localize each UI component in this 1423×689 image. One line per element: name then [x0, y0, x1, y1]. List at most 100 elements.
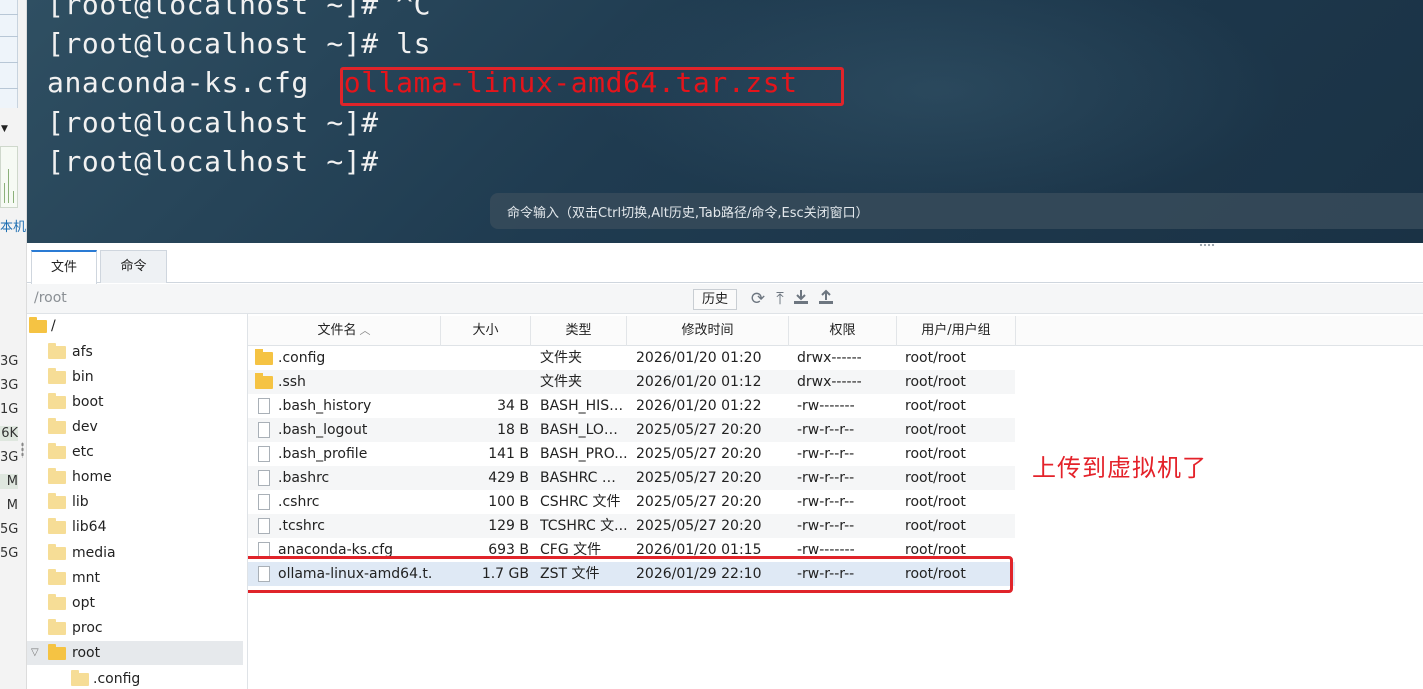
tree-item[interactable]: media	[27, 541, 243, 565]
file-row[interactable]: .bash_history 34 B BASH_HIST... 2026/01/20 …	[248, 394, 1015, 418]
file-owner: root/root	[905, 518, 966, 534]
file-name: .bashrc	[278, 470, 330, 486]
up-dir-icon[interactable]: ⤒	[770, 288, 790, 310]
file-type: 文件夹	[540, 350, 582, 366]
panel-resize-handle[interactable]	[21, 442, 24, 458]
cpu-graph	[0, 146, 18, 208]
file-row[interactable]: .bash_logout 18 B BASH_LOG... 2025/05/27 20…	[248, 418, 1015, 442]
file-owner: root/root	[905, 422, 966, 438]
folder-icon	[48, 569, 66, 585]
tree-item-root-dir[interactable]: /	[27, 314, 243, 338]
uploaded-file-highlight-box	[248, 556, 1013, 593]
terminal-view[interactable]: [root@localhost ~]# ^C [root@localhost ~…	[27, 0, 1423, 243]
file-icon	[258, 398, 270, 414]
file-owner: root/root	[905, 494, 966, 510]
file-type: 文件夹	[540, 374, 582, 390]
file-list-header: 文件名 ︿ 大小 类型 修改时间 权限 用户/用户组	[248, 316, 1423, 346]
folder-icon	[48, 594, 66, 610]
terminal-line: [root@localhost ~]# ls	[47, 27, 432, 60]
disk-value: 6K	[0, 426, 18, 441]
file-owner: root/root	[905, 446, 966, 462]
file-size: 100 B	[488, 494, 529, 510]
file-name: .bash_logout	[278, 422, 368, 438]
disk-value: 3G	[0, 378, 18, 393]
column-header-size[interactable]: 大小	[441, 316, 531, 346]
tree-item-child[interactable]: .config	[27, 667, 243, 689]
tree-item[interactable]: opt	[27, 591, 243, 615]
tree-item-root-selected[interactable]: ▽ root	[27, 641, 243, 665]
column-header-modified[interactable]: 修改时间	[627, 316, 789, 346]
disk-value: M	[6, 498, 18, 513]
tab-files[interactable]: 文件	[31, 250, 97, 284]
tree-item[interactable]: dev	[27, 415, 243, 439]
file-row[interactable]: .cshrc 100 B CSHRC 文件 2025/05/27 20:20 -rw-r…	[248, 490, 1015, 514]
refresh-icon[interactable]: ⟳	[748, 288, 768, 310]
tree-item[interactable]: mnt	[27, 566, 243, 590]
current-path-input[interactable]: /root	[34, 290, 67, 306]
column-header-permissions[interactable]: 权限	[789, 316, 897, 346]
folder-icon	[48, 368, 66, 384]
file-owner: root/root	[905, 470, 966, 486]
file-type: BASH_PRO...	[540, 446, 628, 462]
tree-item[interactable]: home	[27, 465, 243, 489]
disk-value: 5G	[0, 546, 18, 561]
file-name: .cshrc	[278, 494, 320, 510]
folder-icon	[48, 518, 66, 534]
path-bar: /root 历史 ⟳ ⤒	[27, 284, 1423, 314]
upload-annotation: 上传到虚拟机了	[1032, 454, 1207, 482]
chevron-down-icon[interactable]: ▽	[31, 641, 39, 665]
file-modified: 2026/01/20 01:22	[636, 398, 762, 414]
file-size: 129 B	[488, 518, 529, 534]
history-button[interactable]: 历史	[693, 289, 737, 310]
tree-item[interactable]: proc	[27, 616, 243, 640]
tree-item[interactable]: lib	[27, 490, 243, 514]
file-size: 34 B	[497, 398, 529, 414]
file-modified: 2026/01/20 01:12	[636, 374, 762, 390]
file-permissions: -rw-r--r--	[797, 422, 855, 438]
folder-icon	[48, 393, 66, 409]
tree-item[interactable]: bin	[27, 365, 243, 389]
file-row[interactable]: .bashrc 429 B BASHRC 文... 2025/05/27 20:20 -…	[248, 466, 1015, 490]
file-name: .tcshrc	[278, 518, 325, 534]
bottom-tab-strip: 文件 命令	[27, 243, 1423, 284]
file-size: 429 B	[488, 470, 529, 486]
upload-icon[interactable]	[816, 288, 836, 310]
disk-value: 1G	[0, 402, 18, 417]
folder-icon	[48, 619, 66, 635]
file-row[interactable]: .tcshrc 129 B TCSHRC 文... 2025/05/27 20:20 -…	[248, 514, 1015, 538]
folder-icon	[48, 493, 66, 509]
tree-item[interactable]: etc	[27, 440, 243, 464]
file-row[interactable]: .bash_profile 141 B BASH_PRO... 2025/05/27 …	[248, 442, 1015, 466]
file-row[interactable]: .ssh 文件夹 2026/01/20 01:12 drwx------ root/ro…	[248, 370, 1015, 394]
directory-tree: / afs bin boot dev etc home lib lib64 me…	[27, 314, 248, 689]
left-side-panel: ▼ 本机 3G 3G 1G 6K 3G M M 5G 5G	[0, 0, 27, 689]
local-machine-label[interactable]: 本机	[0, 216, 26, 235]
column-header-owner[interactable]: 用户/用户组	[897, 316, 1016, 346]
file-icon	[258, 446, 270, 462]
file-modified: 2025/05/27 20:20	[636, 446, 762, 462]
download-icon[interactable]	[791, 288, 811, 310]
tree-item[interactable]: boot	[27, 390, 243, 414]
file-permissions: -rw-r--r--	[797, 518, 855, 534]
terminal-line: [root@localhost ~]# ^C	[47, 0, 432, 21]
command-input-hint: 命令输入（双击Ctrl切换,Alt历史,Tab路径/命令,Esc关闭窗口）	[507, 206, 869, 221]
split-resize-handle[interactable]	[1199, 243, 1215, 247]
file-type: BASH_LOG...	[540, 422, 628, 438]
command-input-bar[interactable]: 命令输入（双击Ctrl切换,Alt历史,Tab路径/命令,Esc关闭窗口）	[490, 193, 1423, 229]
file-permissions: -rw-r--r--	[797, 494, 855, 510]
disk-value: 3G	[0, 450, 18, 465]
file-name: .bash_history	[278, 398, 372, 414]
file-row[interactable]: .config 文件夹 2026/01/20 01:20 drwx------ root…	[248, 346, 1015, 370]
tree-item[interactable]: afs	[27, 340, 243, 364]
file-modified: 2025/05/27 20:20	[636, 470, 762, 486]
file-owner: root/root	[905, 374, 966, 390]
folder-icon	[48, 644, 66, 660]
tab-commands[interactable]: 命令	[100, 250, 167, 283]
tree-item[interactable]: lib64	[27, 515, 243, 539]
file-size: 141 B	[488, 446, 529, 462]
column-header-type[interactable]: 类型	[531, 316, 627, 346]
collapse-arrow-icon[interactable]: ▼	[1, 124, 8, 134]
file-modified: 2025/05/27 20:20	[636, 494, 762, 510]
column-header-name[interactable]: 文件名 ︿	[248, 316, 441, 346]
terminal-line: [root@localhost ~]#	[47, 145, 379, 178]
